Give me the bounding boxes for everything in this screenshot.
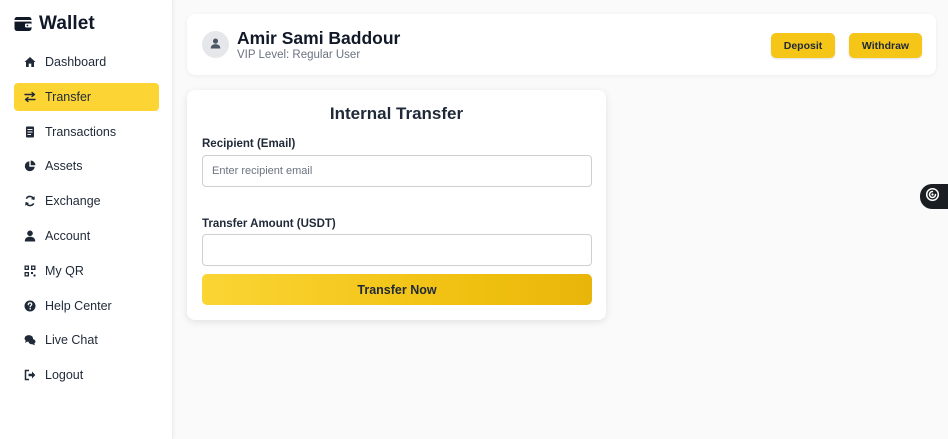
sidebar-item-label: Transfer [45,89,92,104]
transfer-amount-input[interactable] [202,234,592,266]
receipt-icon [24,126,36,138]
sidebar-item-label: Help Center [45,298,112,313]
wallet-icon [14,16,32,32]
withdraw-button[interactable]: Withdraw [849,33,922,58]
question-circle-icon [24,300,36,312]
recipient-label: Recipient (Email) [202,138,296,150]
deposit-button[interactable]: Deposit [771,33,835,58]
home-icon [24,56,36,68]
sidebar-item-transactions[interactable]: Transactions [14,118,159,146]
sidebar-item-live-chat[interactable]: Live Chat [14,326,159,354]
user-header-card: Amir Sami Baddour VIP Level: Regular Use… [187,14,936,75]
sidebar-item-logout[interactable]: Logout [14,361,159,389]
sidebar-item-label: Live Chat [45,333,98,348]
qr-code-icon [24,265,36,277]
brand-title: Wallet [39,13,95,34]
sidebar-item-account[interactable]: Account [14,222,159,250]
sidebar-item-transfer[interactable]: Transfer [14,82,159,111]
support-widget[interactable] [920,184,948,209]
sidebar-item-assets[interactable]: Assets [14,152,159,180]
logout-icon [24,369,36,381]
user-icon [24,230,36,242]
wallet-app: Wallet Dashboard Transfer Transactions A… [0,0,948,439]
sidebar-item-label: Assets [45,159,83,174]
transfer-now-button[interactable]: Transfer Now [202,274,592,305]
sidebar-item-help-center[interactable]: Help Center [14,292,159,320]
pie-chart-icon [24,160,36,172]
internal-transfer-card: Internal Transfer Recipient (Email) Tran… [187,90,606,320]
sidebar-item-label: Logout [45,368,84,383]
chat-bubbles-icon [24,334,36,346]
sidebar-nav: Dashboard Transfer Transactions Assets E… [14,48,159,396]
card-title: Internal Transfer [329,104,464,123]
transfer-arrows-icon [24,91,36,103]
vip-level: VIP Level: Regular User [237,49,361,61]
amount-label: Transfer Amount (USDT) [202,218,336,230]
user-icon [210,36,221,54]
sync-icon [24,195,36,207]
sidebar-item-label: My QR [45,263,84,278]
sidebar-item-label: Transactions [45,124,117,139]
sidebar-item-label: Exchange [45,194,101,209]
support-widget-icon [925,187,940,207]
sidebar-item-exchange[interactable]: Exchange [14,187,159,215]
sidebar: Wallet Dashboard Transfer Transactions A… [0,0,173,439]
user-name: Amir Sami Baddour [237,28,401,48]
recipient-email-input[interactable] [202,155,592,187]
avatar[interactable] [202,31,229,58]
sidebar-item-my-qr[interactable]: My QR [14,257,159,285]
sidebar-item-label: Dashboard [45,55,107,69]
sidebar-item-dashboard[interactable]: Dashboard [14,48,159,76]
sidebar-item-label: Account [45,228,91,243]
brand[interactable]: Wallet [14,13,95,35]
